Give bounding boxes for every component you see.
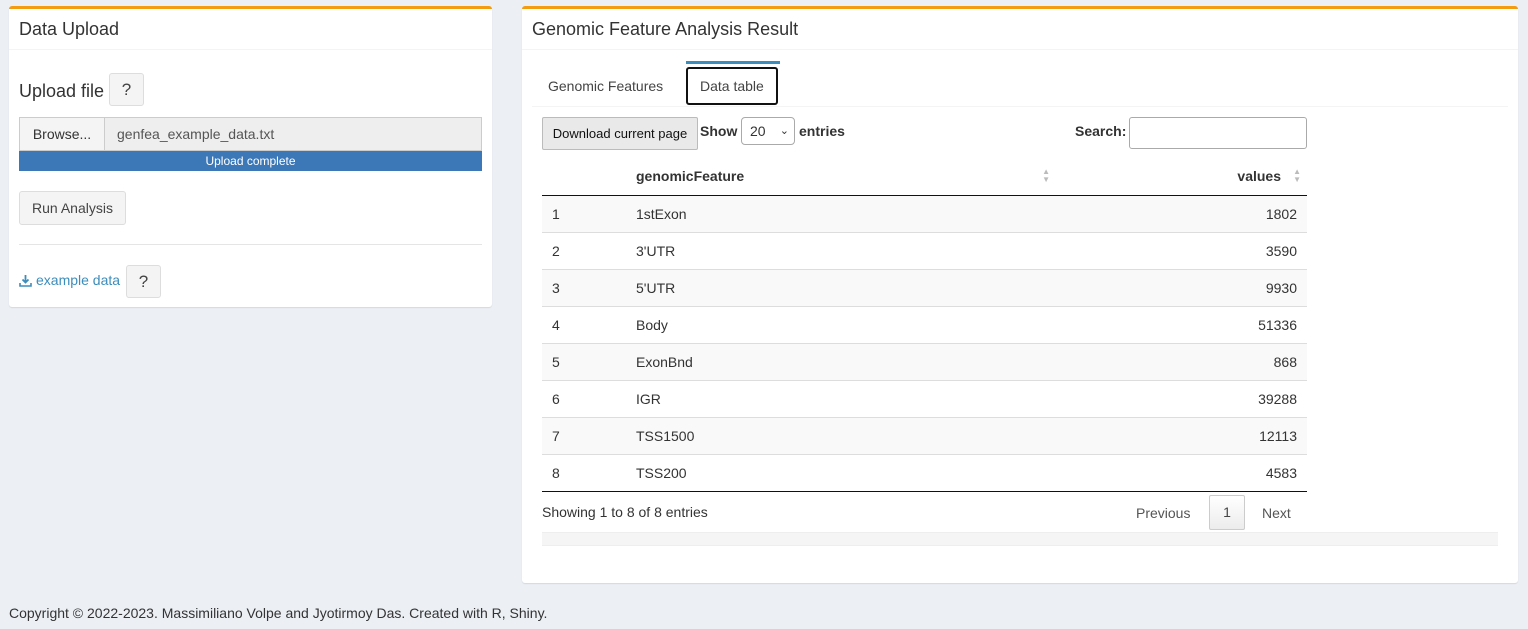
row-index: 2 (542, 231, 626, 269)
upload-help-button[interactable]: ? (109, 73, 144, 106)
tab-genomic-features[interactable]: Genomic Features (532, 67, 679, 105)
example-help-button[interactable]: ? (126, 265, 161, 298)
row-value: 868 (1056, 342, 1307, 380)
divider (19, 244, 482, 245)
row-index: 4 (542, 305, 626, 343)
row-value: 3590 (1056, 231, 1307, 269)
file-input[interactable]: Browse... genfea_example_data.txt (19, 117, 482, 151)
row-value: 12113 (1056, 416, 1307, 454)
active-tab-indicator (686, 61, 780, 64)
browse-button[interactable]: Browse... (20, 118, 105, 150)
column-header-values-label: values (1237, 167, 1281, 184)
column-header-genomic-feature-label: genomicFeature (636, 167, 745, 184)
column-header-values[interactable]: values ▲ ▼ (1056, 157, 1307, 196)
row-index: 1 (542, 195, 626, 232)
table-row[interactable]: 8 TSS200 4583 (542, 453, 1307, 492)
table-row[interactable]: 2 3'UTR 3590 (542, 231, 1307, 269)
tab-data-table[interactable]: Data table (686, 67, 778, 105)
row-value: 1802 (1056, 195, 1307, 232)
entries-label: entries (799, 123, 845, 139)
row-value: 51336 (1056, 305, 1307, 343)
table-row[interactable]: 1 1stExon 1802 (542, 195, 1307, 232)
file-name-field[interactable]: genfea_example_data.txt (105, 118, 274, 150)
pager-next-button[interactable]: Next (1262, 505, 1291, 521)
row-feature: ExonBnd (626, 342, 1056, 380)
table-info: Showing 1 to 8 of 8 entries (542, 504, 708, 520)
table-row[interactable]: 3 5'UTR 9930 (542, 268, 1307, 306)
row-index: 8 (542, 453, 626, 492)
horizontal-scrollbar[interactable] (542, 532, 1498, 546)
row-feature: TSS200 (626, 453, 1056, 492)
upload-file-label: Upload file (19, 81, 105, 101)
row-feature: IGR (626, 379, 1056, 417)
tab-bar: Genomic Features Data table (532, 61, 1508, 107)
entries-select-value: 20 (750, 123, 766, 139)
pager-page-1[interactable]: 1 (1209, 495, 1245, 530)
pager-previous-button[interactable]: Previous (1136, 505, 1190, 521)
run-analysis-button[interactable]: Run Analysis (19, 191, 126, 225)
row-value: 4583 (1056, 453, 1307, 492)
column-header-index[interactable] (542, 157, 626, 196)
table-row[interactable]: 6 IGR 39288 (542, 379, 1307, 417)
table-row[interactable]: 7 TSS1500 12113 (542, 416, 1307, 454)
example-data-label[interactable]: example data (36, 272, 120, 288)
data-upload-panel: Data Upload Upload file ? Browse... genf… (9, 6, 492, 307)
row-feature: 3'UTR (626, 231, 1056, 269)
row-feature: Body (626, 305, 1056, 343)
sort-icon: ▲ ▼ (1293, 167, 1301, 184)
table-row[interactable]: 4 Body 51336 (542, 305, 1307, 343)
search-input[interactable] (1129, 117, 1307, 149)
row-feature: TSS1500 (626, 416, 1056, 454)
results-title: Genomic Feature Analysis Result (522, 9, 1518, 50)
show-label: Show (700, 123, 738, 139)
chevron-down-icon: ⌄ (779, 125, 789, 137)
table-row[interactable]: 5 ExonBnd 868 (542, 342, 1307, 380)
data-table: genomicFeature ▲ ▼ values ▲ ▼ 1 1stExon 18… (542, 157, 1307, 492)
row-index: 5 (542, 342, 626, 380)
search-label: Search: (1075, 123, 1127, 139)
column-header-genomic-feature[interactable]: genomicFeature ▲ ▼ (626, 157, 1056, 196)
row-feature: 1stExon (626, 195, 1056, 232)
download-current-page-button[interactable]: Download current page (542, 117, 698, 150)
entries-select[interactable]: 20 ⌄ (741, 117, 795, 145)
download-icon (19, 274, 32, 287)
sort-icon: ▲ ▼ (1042, 167, 1050, 184)
row-index: 6 (542, 379, 626, 417)
results-panel: Genomic Feature Analysis Result Genomic … (522, 6, 1518, 583)
row-index: 3 (542, 268, 626, 306)
example-data-link[interactable]: example data (19, 272, 120, 288)
table-header-row: genomicFeature ▲ ▼ values ▲ ▼ (542, 157, 1307, 196)
row-index: 7 (542, 416, 626, 454)
row-value: 9930 (1056, 268, 1307, 306)
row-value: 39288 (1056, 379, 1307, 417)
upload-progress-bar: Upload complete (19, 151, 482, 171)
row-feature: 5'UTR (626, 268, 1056, 306)
footer-copyright: Copyright © 2022-2023. Massimiliano Volp… (9, 605, 548, 621)
data-upload-title: Data Upload (9, 9, 492, 50)
